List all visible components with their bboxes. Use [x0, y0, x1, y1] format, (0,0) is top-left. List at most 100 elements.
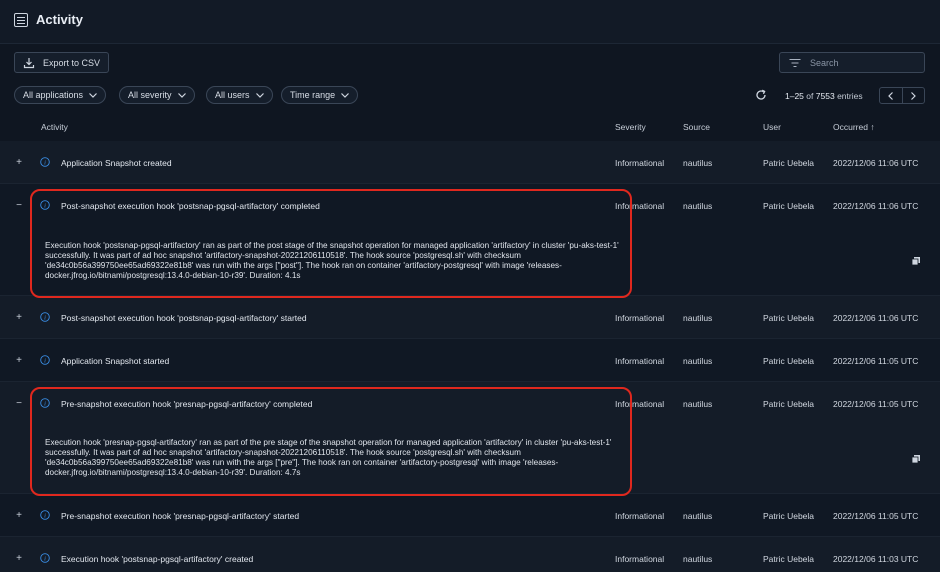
info-circle-icon: i: [40, 312, 50, 322]
severity-cell: Informational: [615, 313, 665, 323]
occurred-cell: 2022/12/06 11:06 UTC: [833, 201, 919, 211]
chevron-down-icon: [89, 92, 97, 98]
info-circle-icon: i: [40, 200, 50, 210]
pagination-total: 7553: [815, 91, 835, 101]
page-title: Activity: [36, 12, 83, 27]
info-circle-icon: i: [40, 398, 50, 408]
table-row[interactable]: + i Post-snapshot execution hook 'postsn…: [0, 296, 940, 339]
svg-text:i: i: [44, 315, 46, 322]
filter-label: Time range: [290, 90, 336, 100]
user-cell: Patric Uebela: [763, 511, 815, 521]
collapse-toggle[interactable]: −: [14, 200, 24, 211]
occurred-cell: 2022/12/06 11:06 UTC: [833, 158, 919, 168]
table-row-expanded[interactable]: − i Post-snapshot execution hook 'postsn…: [0, 184, 940, 296]
source-cell: nautilus: [683, 554, 713, 564]
chevron-down-icon: [341, 92, 350, 98]
activity-cell: Application Snapshot started: [61, 356, 170, 366]
user-cell: Patric Uebela: [763, 399, 815, 409]
table-header: Activity Severity Source User Occurred ↑: [0, 113, 940, 142]
severity-cell: Informational: [615, 399, 665, 409]
filter-lines-icon: [789, 58, 801, 67]
chevron-down-icon: [177, 92, 186, 98]
expand-toggle[interactable]: +: [14, 553, 24, 564]
search-input[interactable]: [810, 57, 910, 68]
filter-label: All applications: [23, 90, 84, 100]
activity-detail-text: Execution hook 'presnap-pgsql-artifactor…: [45, 438, 612, 477]
column-source[interactable]: Source: [683, 122, 710, 132]
column-severity[interactable]: Severity: [615, 122, 646, 132]
table-row[interactable]: + i Execution hook 'postsnap-pgsql-artif…: [0, 537, 940, 572]
user-cell: Patric Uebela: [763, 201, 815, 211]
collapse-toggle[interactable]: −: [14, 398, 24, 409]
page-header: Activity: [0, 0, 940, 44]
chevron-left-icon: [888, 91, 894, 100]
filter-label: All severity: [128, 90, 172, 100]
pager: [879, 87, 925, 104]
svg-text:i: i: [44, 556, 46, 563]
info-circle-icon: i: [40, 510, 50, 520]
download-icon: [23, 57, 35, 68]
source-cell: nautilus: [683, 313, 713, 323]
severity-cell: Informational: [615, 554, 665, 564]
filter-time-range[interactable]: Time range: [281, 86, 359, 104]
table-row[interactable]: + i Application Snapshot started Informa…: [0, 339, 940, 382]
activity-cell: Execution hook 'postsnap-pgsql-artifacto…: [61, 554, 254, 564]
menu-list-icon[interactable]: [14, 13, 28, 27]
filter-all-applications[interactable]: All applications: [14, 86, 107, 104]
activity-detail-text: Execution hook 'postsnap-pgsql-artifacto…: [45, 241, 619, 280]
svg-text:i: i: [44, 513, 46, 520]
filter-all-severity[interactable]: All severity: [119, 86, 195, 104]
info-circle-icon: i: [40, 553, 50, 563]
next-page-button[interactable]: [903, 88, 925, 103]
pagination-range: 1–25: [785, 91, 804, 101]
svg-text:i: i: [44, 401, 46, 408]
occurred-cell: 2022/12/06 11:05 UTC: [833, 399, 919, 409]
copy-icon[interactable]: [911, 256, 921, 266]
expand-toggle[interactable]: +: [14, 312, 24, 323]
filter-all-users[interactable]: All users: [206, 86, 273, 104]
severity-cell: Informational: [615, 158, 665, 168]
info-circle-icon: i: [40, 157, 50, 167]
source-cell: nautilus: [683, 511, 713, 521]
user-cell: Patric Uebela: [763, 356, 815, 366]
activity-cell: Application Snapshot created: [61, 158, 172, 168]
table-row-expanded[interactable]: − i Pre-snapshot execution hook 'presnap…: [0, 382, 940, 494]
occurred-cell: 2022/12/06 11:06 UTC: [833, 313, 919, 323]
expand-toggle[interactable]: +: [14, 157, 24, 168]
pagination-of: of: [806, 91, 814, 101]
table-row[interactable]: + i Application Snapshot created Informa…: [0, 141, 940, 184]
activity-cell: Post-snapshot execution hook 'postsnap-p…: [61, 313, 307, 323]
refresh-icon[interactable]: [755, 89, 767, 101]
column-user[interactable]: User: [763, 122, 781, 132]
prev-page-button[interactable]: [880, 88, 903, 103]
source-cell: nautilus: [683, 201, 713, 211]
svg-text:i: i: [44, 160, 46, 167]
filter-label: All users: [215, 90, 250, 100]
severity-cell: Informational: [615, 511, 665, 521]
chevron-right-icon: [910, 91, 916, 100]
source-cell: nautilus: [683, 356, 713, 366]
copy-icon[interactable]: [911, 454, 921, 464]
svg-text:i: i: [44, 358, 46, 365]
source-cell: nautilus: [683, 399, 713, 409]
column-occurred[interactable]: Occurred ↑: [833, 122, 875, 132]
occurred-cell: 2022/12/06 11:05 UTC: [833, 511, 919, 521]
severity-cell: Informational: [615, 201, 665, 211]
expand-toggle[interactable]: +: [14, 355, 24, 366]
column-activity[interactable]: Activity: [41, 122, 68, 132]
export-csv-label: Export to CSV: [43, 57, 101, 68]
pagination-suffix: entries: [837, 91, 863, 101]
user-cell: Patric Uebela: [763, 554, 815, 564]
table-row[interactable]: + i Pre-snapshot execution hook 'presnap…: [0, 494, 940, 537]
export-csv-button[interactable]: Export to CSV: [14, 52, 109, 73]
source-cell: nautilus: [683, 158, 713, 168]
search-box[interactable]: [779, 52, 925, 73]
user-cell: Patric Uebela: [763, 158, 815, 168]
pagination-summary: 1–25 of 7553 entries: [785, 91, 863, 101]
activity-cell: Post-snapshot execution hook 'postsnap-p…: [61, 201, 320, 211]
occurred-cell: 2022/12/06 11:03 UTC: [833, 554, 919, 564]
expand-toggle[interactable]: +: [14, 510, 24, 521]
occurred-cell: 2022/12/06 11:05 UTC: [833, 356, 919, 366]
chevron-down-icon: [255, 92, 264, 98]
info-circle-icon: i: [40, 355, 50, 365]
